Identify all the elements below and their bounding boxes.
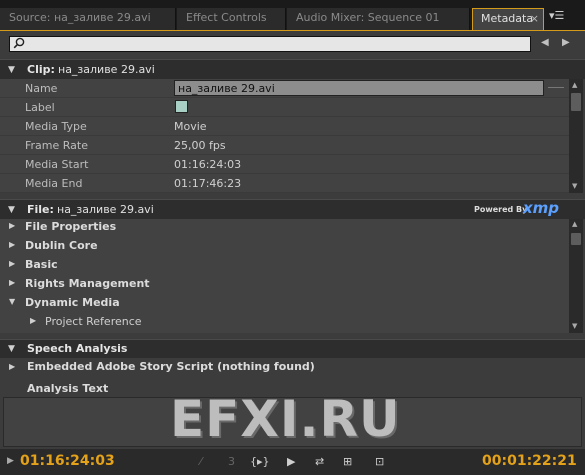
- loop-icon[interactable]: ⇄: [315, 455, 324, 468]
- xmp-logo: xmp: [523, 199, 560, 217]
- name-field-end: [548, 87, 564, 88]
- overlay-icon[interactable]: ⊡: [375, 455, 384, 468]
- property-key: Frame Rate: [25, 139, 88, 152]
- label-color-swatch[interactable]: [175, 100, 188, 113]
- group-dynamic-media[interactable]: ▼ Dynamic Media: [0, 293, 569, 312]
- embedded-script-label: Embedded Adobe Story Script (nothing fou…: [27, 360, 315, 373]
- file-header-value: на_заливе 29.avi: [57, 203, 154, 216]
- clip-properties-list: Name Label Media Type Movie Frame Rate 2…: [0, 79, 569, 193]
- file-scrollbar[interactable]: ▲ ▼: [569, 219, 583, 333]
- collapse-triangle-icon[interactable]: ▼: [8, 65, 15, 75]
- property-value: 25,00 fps: [174, 139, 226, 152]
- property-value: Movie: [174, 120, 207, 133]
- search-icon: [13, 37, 25, 49]
- clip-header-value: на_заливе 29.avi: [58, 63, 155, 76]
- tab-audio-mixer[interactable]: Audio Mixer: Sequence 01: [287, 8, 470, 30]
- group-label: Basic: [25, 258, 58, 271]
- tab-metadata-label: Metadata: [481, 12, 534, 25]
- tab-metadata[interactable]: Metadata ×: [472, 8, 544, 30]
- collapse-triangle-icon[interactable]: ▼: [9, 297, 15, 306]
- expand-triangle-icon[interactable]: ▶: [9, 362, 15, 371]
- group-file-properties[interactable]: ▶ File Properties: [0, 219, 569, 236]
- property-row-media-type: Media Type Movie: [0, 117, 569, 136]
- property-key: Name: [25, 82, 58, 95]
- speech-analysis-header[interactable]: ▼ Speech Analysis: [0, 339, 585, 358]
- step-back-icon: ⁄: [200, 455, 202, 468]
- next-result-icon[interactable]: ▶: [562, 37, 576, 51]
- search-input[interactable]: [9, 36, 531, 52]
- close-icon[interactable]: ×: [530, 12, 539, 25]
- scroll-down-icon[interactable]: ▼: [572, 182, 577, 190]
- name-field[interactable]: [174, 80, 544, 96]
- watermark: EFXI.RU: [170, 390, 401, 448]
- expand-triangle-icon[interactable]: ▶: [30, 316, 36, 325]
- tab-source[interactable]: Source: на_заливе 29.avi: [0, 8, 176, 30]
- timecode-menu-icon[interactable]: ▶: [7, 456, 14, 466]
- group-label: Rights Management: [25, 277, 150, 290]
- panel-menu-icon[interactable]: ▾☰: [545, 9, 585, 29]
- scroll-up-icon[interactable]: ▲: [572, 220, 577, 228]
- previous-result-icon[interactable]: ◀: [541, 37, 555, 51]
- property-key: Label: [25, 101, 55, 114]
- expand-triangle-icon[interactable]: ▶: [9, 278, 15, 287]
- tab-effect-controls[interactable]: Effect Controls: [177, 8, 286, 30]
- group-basic[interactable]: ▶ Basic: [0, 255, 569, 274]
- clip-scrollbar[interactable]: ▲ ▼: [569, 79, 583, 193]
- property-key: Media Type: [25, 120, 87, 133]
- embedded-script-row[interactable]: ▶ Embedded Adobe Story Script (nothing f…: [0, 358, 585, 377]
- property-row-media-end: Media End 01:17:46:23: [0, 174, 569, 193]
- expand-triangle-icon[interactable]: ▶: [9, 221, 15, 230]
- file-groups-list: ▶ File Properties ▶ Dublin Core ▶ Basic …: [0, 219, 569, 333]
- duration-timecode: 00:01:22:21: [482, 453, 577, 469]
- scroll-up-icon[interactable]: ▲: [572, 81, 577, 89]
- property-value: 01:16:24:03: [174, 158, 242, 171]
- clip-section-header[interactable]: ▼ Clip: на_заливе 29.avi: [0, 59, 585, 79]
- collapse-triangle-icon[interactable]: ▼: [8, 205, 15, 215]
- analysis-text-label: Analysis Text: [27, 382, 109, 395]
- group-label: Dublin Core: [25, 239, 98, 252]
- play-in-out-icon: 3: [228, 455, 235, 468]
- group-label: Project Reference: [45, 315, 142, 328]
- group-label: File Properties: [25, 220, 117, 233]
- group-rights-management[interactable]: ▶ Rights Management: [0, 274, 569, 293]
- insert-icon[interactable]: ⊞: [343, 455, 352, 468]
- collapse-triangle-icon[interactable]: ▼: [8, 344, 15, 354]
- play-in-to-out-icon[interactable]: {▸}: [250, 455, 270, 468]
- group-dublin-core[interactable]: ▶ Dublin Core: [0, 236, 569, 255]
- scroll-thumb[interactable]: [571, 233, 581, 245]
- clip-header-label: Clip:: [27, 63, 55, 76]
- speech-analysis-label: Speech Analysis: [27, 342, 128, 355]
- scroll-down-icon[interactable]: ▼: [572, 322, 577, 330]
- property-value: 01:17:46:23: [174, 177, 242, 190]
- property-row-name: Name: [0, 79, 569, 98]
- expand-triangle-icon[interactable]: ▶: [9, 240, 15, 249]
- group-label: Dynamic Media: [25, 296, 120, 309]
- transport-bar: ▶ 01:16:24:03 ⁄ 3 {▸} ▶ ⇄ ⊞ ⊡ 00:01:22:2…: [0, 449, 585, 475]
- expand-triangle-icon[interactable]: ▶: [9, 259, 15, 268]
- scroll-thumb[interactable]: [571, 93, 581, 111]
- property-row-media-start: Media Start 01:16:24:03: [0, 155, 569, 174]
- property-key: Media Start: [25, 158, 89, 171]
- property-key: Media End: [25, 177, 83, 190]
- file-section-header[interactable]: ▼ File: на_заливе 29.avi Powered By xmp: [0, 199, 585, 219]
- play-icon[interactable]: ▶: [287, 455, 295, 468]
- current-timecode[interactable]: 01:16:24:03: [20, 453, 115, 469]
- file-header-label: File:: [27, 203, 54, 216]
- property-row-label: Label: [0, 98, 569, 117]
- powered-by-label: Powered By: [474, 205, 528, 214]
- property-row-frame-rate: Frame Rate 25,00 fps: [0, 136, 569, 155]
- group-project-reference[interactable]: ▶ Project Reference: [0, 312, 569, 331]
